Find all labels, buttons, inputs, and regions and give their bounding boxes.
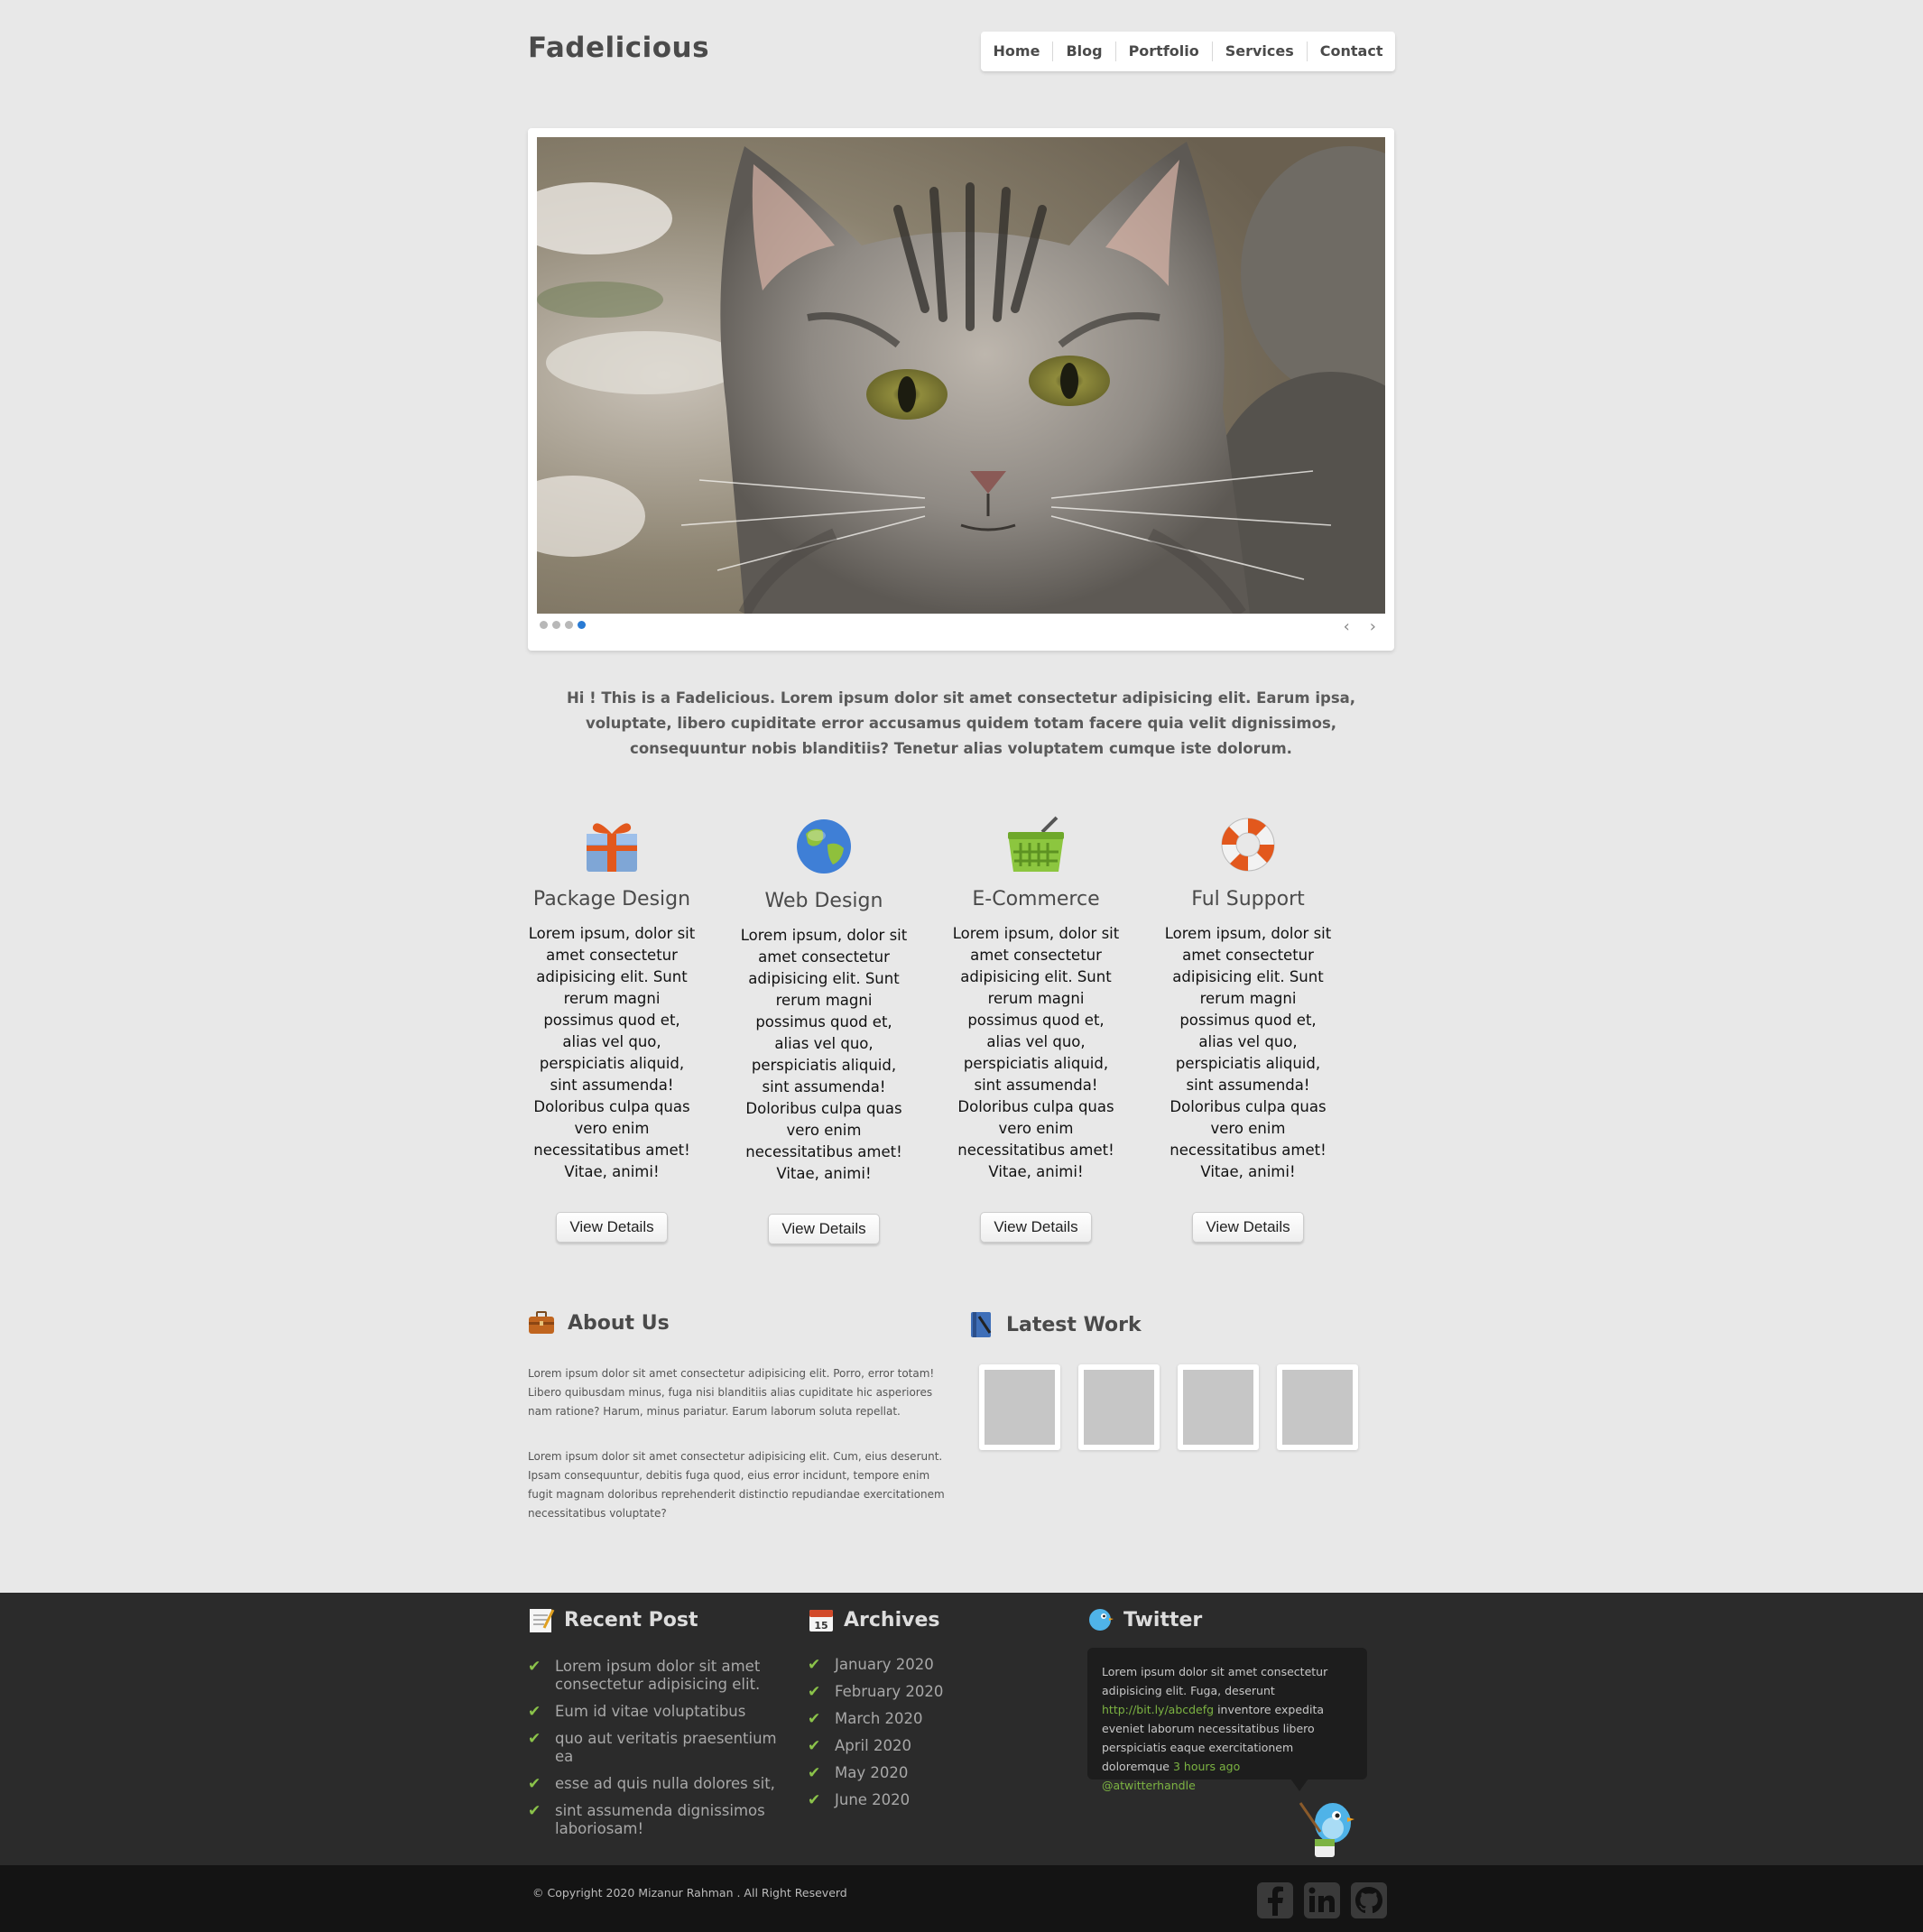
service-package-design: Package Design Lorem ipsum, dolor sit am…: [522, 812, 702, 1243]
site-logo[interactable]: Fadelicious: [528, 32, 709, 64]
check-icon: ✔: [528, 1775, 541, 1793]
service-ful-support: Ful Support Lorem ipsum, dolor sit amet …: [1158, 812, 1338, 1243]
list-item[interactable]: ✔ sint assumenda dignissimos laboriosam!: [528, 1802, 781, 1838]
nav-portfolio[interactable]: Portfolio: [1114, 42, 1212, 61]
nav-services[interactable]: Services: [1211, 42, 1307, 61]
service-description: Lorem ipsum, dolor sit amet consectetur …: [952, 925, 1120, 1180]
image-slider: ‹ ›: [528, 128, 1394, 651]
lifebuoy-icon: [1158, 812, 1338, 874]
svg-text:15: 15: [814, 1620, 827, 1632]
service-title: E-Commerce: [972, 888, 1100, 911]
list-item[interactable]: ✔ quo aut veritatis praesentium ea: [528, 1730, 781, 1766]
nav-home[interactable]: Home: [981, 42, 1053, 61]
twitter-handle[interactable]: @atwitterhandle: [1102, 1779, 1196, 1792]
facebook-icon[interactable]: [1256, 1881, 1294, 1919]
check-icon: ✔: [808, 1710, 821, 1728]
slider-dots: [540, 621, 586, 629]
calendar-icon: 15: [809, 1610, 833, 1632]
tweet-time[interactable]: 3 hours ago: [1173, 1760, 1240, 1773]
briefcase-icon: [529, 1311, 554, 1334]
list-item[interactable]: ✔ April 2020: [808, 1737, 1033, 1755]
recent-post-list: ✔ Lorem ipsum dolor sit amet consectetur …: [528, 1658, 781, 1847]
check-icon: ✔: [528, 1658, 541, 1676]
about-us-title: About Us: [568, 1311, 670, 1335]
list-item[interactable]: ✔ March 2020: [808, 1710, 1033, 1728]
list-item[interactable]: ✔ Eum id vitae voluptatibus: [528, 1703, 781, 1721]
nav-blog[interactable]: Blog: [1052, 42, 1114, 61]
basket-icon: [946, 812, 1126, 874]
slider-dot-active[interactable]: [578, 621, 586, 629]
work-thumbnail[interactable]: [979, 1364, 1060, 1450]
recent-post-title: Recent Post: [564, 1608, 698, 1632]
service-description: Lorem ipsum, dolor sit amet consectetur …: [528, 925, 696, 1180]
check-icon: ✔: [808, 1737, 821, 1755]
recent-post-header: Recent Post: [528, 1606, 698, 1633]
twitter-bird-icon: [1089, 1609, 1114, 1631]
work-thumbnail[interactable]: [1178, 1364, 1259, 1450]
work-thumbnail[interactable]: [1277, 1364, 1358, 1450]
service-e-commerce: E-Commerce Lorem ipsum, dolor sit amet c…: [946, 812, 1126, 1243]
check-icon: ✔: [808, 1683, 821, 1701]
check-icon: ✔: [528, 1802, 541, 1820]
check-icon: ✔: [808, 1764, 821, 1782]
notepad-icon: [530, 1609, 555, 1632]
check-icon: ✔: [808, 1791, 821, 1809]
service-title: Package Design: [532, 888, 691, 911]
intro-text: Hi ! This is a Fadelicious. Lorem ipsum …: [566, 689, 1356, 757]
list-item[interactable]: ✔ February 2020: [808, 1683, 1033, 1701]
archives-header: 15 Archives: [808, 1606, 939, 1633]
about-paragraph: Lorem ipsum dolor sit amet consectetur a…: [528, 1367, 935, 1418]
list-item[interactable]: ✔ esse ad quis nulla dolores sit,: [528, 1775, 781, 1793]
archives-list: ✔ January 2020 ✔ February 2020 ✔ March 2020…: [808, 1656, 1033, 1818]
latest-work-title: Latest Work: [1006, 1313, 1142, 1336]
slider-dot[interactable]: [540, 621, 548, 629]
view-details-button[interactable]: View Details: [1192, 1212, 1304, 1243]
bottom-bar: [0, 1865, 1923, 1932]
service-description: Lorem ipsum, dolor sit amet consectetur …: [740, 927, 908, 1182]
list-item[interactable]: ✔ May 2020: [808, 1764, 1033, 1782]
twitter-bird-mascot-icon: [1299, 1802, 1354, 1857]
list-item[interactable]: ✔ June 2020: [808, 1791, 1033, 1809]
view-details-button[interactable]: View Details: [556, 1212, 668, 1243]
main-nav: Home Blog Portfolio Services Contact: [981, 32, 1395, 71]
twitter-title: Twitter: [1123, 1608, 1203, 1632]
linkedin-icon[interactable]: [1303, 1881, 1341, 1919]
service-title: Ful Support: [1191, 888, 1305, 911]
nav-contact[interactable]: Contact: [1306, 42, 1396, 61]
notebook-pen-icon: [971, 1312, 992, 1337]
copyright-text: © Copyright 2020 Mizanur Rahman . All Ri…: [532, 1886, 847, 1900]
slider-next-icon[interactable]: ›: [1370, 619, 1376, 635]
service-title: Web Design: [764, 890, 883, 912]
slider-dot[interactable]: [565, 621, 573, 629]
twitter-header: Twitter: [1087, 1606, 1202, 1633]
tweet-tail: [1290, 1779, 1308, 1791]
view-details-button[interactable]: View Details: [980, 1212, 1092, 1243]
globe-icon: [734, 814, 914, 875]
gift-icon: [522, 812, 702, 874]
latest-work-header: Latest Work: [970, 1311, 1142, 1338]
github-icon[interactable]: [1350, 1881, 1388, 1919]
about-paragraph: Lorem ipsum dolor sit amet consectetur a…: [528, 1450, 945, 1520]
list-item[interactable]: ✔ Lorem ipsum dolor sit amet consectetur …: [528, 1658, 781, 1694]
list-item[interactable]: ✔ January 2020: [808, 1656, 1033, 1674]
slider-prev-icon[interactable]: ‹: [1344, 619, 1350, 635]
check-icon: ✔: [528, 1730, 541, 1748]
tweet-link[interactable]: http://bit.ly/abcdefg: [1102, 1703, 1214, 1716]
check-icon: ✔: [808, 1656, 821, 1674]
slider-arrows: ‹ ›: [1344, 619, 1376, 635]
work-thumbnail[interactable]: [1078, 1364, 1160, 1450]
check-icon: ✔: [528, 1703, 541, 1721]
tweet-box: Lorem ipsum dolor sit amet consectetur a…: [1087, 1648, 1367, 1792]
service-description: Lorem ipsum, dolor sit amet consectetur …: [1164, 925, 1332, 1180]
about-us-header: About Us: [528, 1311, 670, 1335]
service-web-design: Web Design Lorem ipsum, dolor sit amet c…: [734, 814, 914, 1244]
view-details-button[interactable]: View Details: [768, 1214, 880, 1244]
archives-title: Archives: [844, 1608, 940, 1632]
slide-image: [537, 137, 1385, 614]
slider-dot[interactable]: [552, 621, 560, 629]
